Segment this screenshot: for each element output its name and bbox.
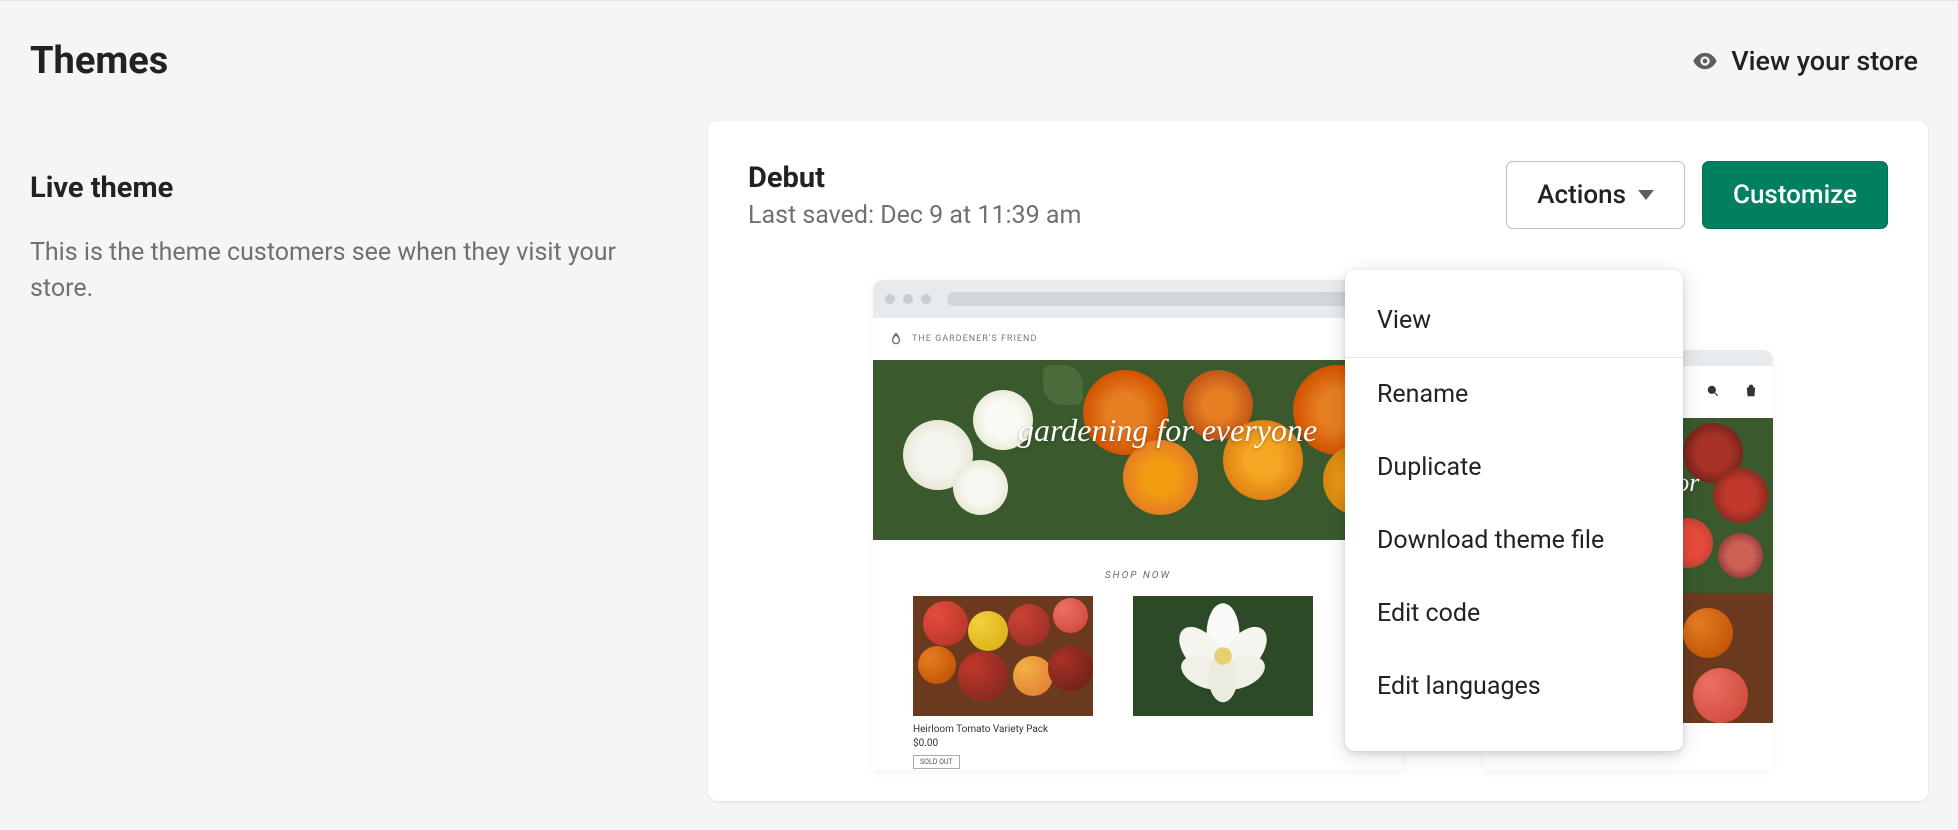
search-icon <box>1706 383 1720 402</box>
actions-label: Actions <box>1537 180 1626 210</box>
preview-hero-text: gardening for everyone <box>1018 412 1317 449</box>
leaf-logo-icon <box>888 331 904 347</box>
theme-name: Debut <box>748 161 1081 195</box>
theme-last-saved: Last saved: Dec 9 at 11:39 am <box>748 201 1081 230</box>
live-theme-desc: This is the theme customers see when the… <box>30 235 638 308</box>
preview-product-badge: SOLD OUT <box>913 755 960 769</box>
preview-product-name: Heirloom Tomato Variety Pack <box>913 724 1093 735</box>
bag-icon <box>1744 383 1758 402</box>
page-title: Themes <box>30 39 168 83</box>
actions-menu-view[interactable]: View <box>1345 284 1683 357</box>
desktop-preview-frame: THE GARDENER'S FRIEND <box>873 280 1403 770</box>
actions-menu-edit-code[interactable]: Edit code <box>1345 577 1683 650</box>
actions-menu-duplicate[interactable]: Duplicate <box>1345 431 1683 504</box>
theme-preview: THE GARDENER'S FRIEND <box>748 280 1888 770</box>
preview-site-header: THE GARDENER'S FRIEND <box>873 318 1403 360</box>
actions-button[interactable]: Actions <box>1506 161 1685 229</box>
preview-product: Heirloom Tomato Variety Pack $0.00 SOLD … <box>913 596 1093 769</box>
eye-icon <box>1691 47 1719 75</box>
actions-menu-download[interactable]: Download theme file <box>1345 504 1683 577</box>
preview-brand: THE GARDENER'S FRIEND <box>912 334 1037 344</box>
customize-label: Customize <box>1733 180 1857 210</box>
preview-shop-now: SHOP NOW <box>873 540 1403 596</box>
actions-menu-rename[interactable]: Rename <box>1345 358 1683 431</box>
page-header: Themes View your store <box>0 1 1958 121</box>
view-store-link[interactable]: View your store <box>1691 45 1928 77</box>
actions-dropdown: View Rename Duplicate Download theme fil… <box>1345 270 1683 751</box>
actions-menu-edit-languages[interactable]: Edit languages <box>1345 650 1683 723</box>
browser-chrome <box>873 280 1403 318</box>
preview-product-price: $0.00 <box>913 738 1093 749</box>
view-store-label: View your store <box>1731 45 1918 77</box>
theme-card: Debut Last saved: Dec 9 at 11:39 am Acti… <box>708 121 1928 801</box>
chevron-down-icon <box>1638 190 1654 200</box>
preview-hero: gardening for everyone <box>873 360 1403 540</box>
live-theme-description: Live theme This is the theme customers s… <box>30 121 638 801</box>
preview-product <box>1133 596 1313 769</box>
customize-button[interactable]: Customize <box>1702 161 1888 229</box>
live-theme-heading: Live theme <box>30 171 638 205</box>
